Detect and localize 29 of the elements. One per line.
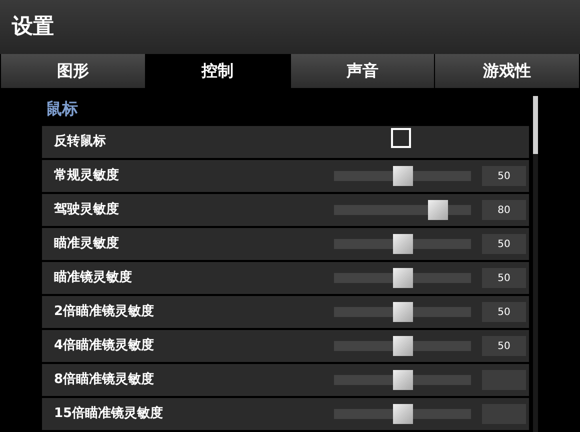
scrollbar[interactable] (533, 96, 538, 432)
value-field[interactable]: 50 (482, 336, 526, 356)
setting-label: 8倍瞄准镜灵敏度 (54, 370, 156, 390)
setting-label: 常规灵敏度 (54, 166, 120, 186)
value-field[interactable]: 50 (482, 234, 526, 254)
section-heading: 鼠标 (45, 98, 79, 120)
setting-label: 驾驶灵敏度 (54, 200, 120, 220)
value-field[interactable]: 50 (482, 302, 526, 322)
tab[interactable]: 图形 (1, 54, 145, 88)
value-field[interactable]: 80 (482, 200, 526, 220)
setting-label: 瞄准灵敏度 (54, 234, 120, 254)
setting-label: 4倍瞄准镜灵敏度 (54, 336, 156, 356)
value-text: 50 (498, 340, 510, 354)
setting-label: 15倍瞄准镜灵敏度 (54, 404, 164, 424)
value-text: 80 (498, 204, 510, 218)
setting-label: 反转鼠标 (54, 133, 107, 152)
slider-thumb[interactable] (428, 200, 448, 220)
setting-label: 2倍瞄准镜灵敏度 (54, 302, 156, 322)
setting-label: 瞄准镜灵敏度 (54, 268, 133, 288)
value-field[interactable]: 50 (482, 166, 526, 186)
value-text: 50 (498, 306, 510, 320)
value-text: 50 (498, 170, 510, 184)
window-title: 设置 (12, 13, 54, 40)
tab[interactable]: 声音 (290, 54, 434, 88)
checkbox[interactable] (391, 128, 411, 148)
tab[interactable]: 游戏性 (435, 54, 579, 88)
value-field[interactable]: 50 (482, 268, 526, 288)
value-text: 50 (498, 272, 510, 286)
value-text: 50 (498, 238, 510, 252)
